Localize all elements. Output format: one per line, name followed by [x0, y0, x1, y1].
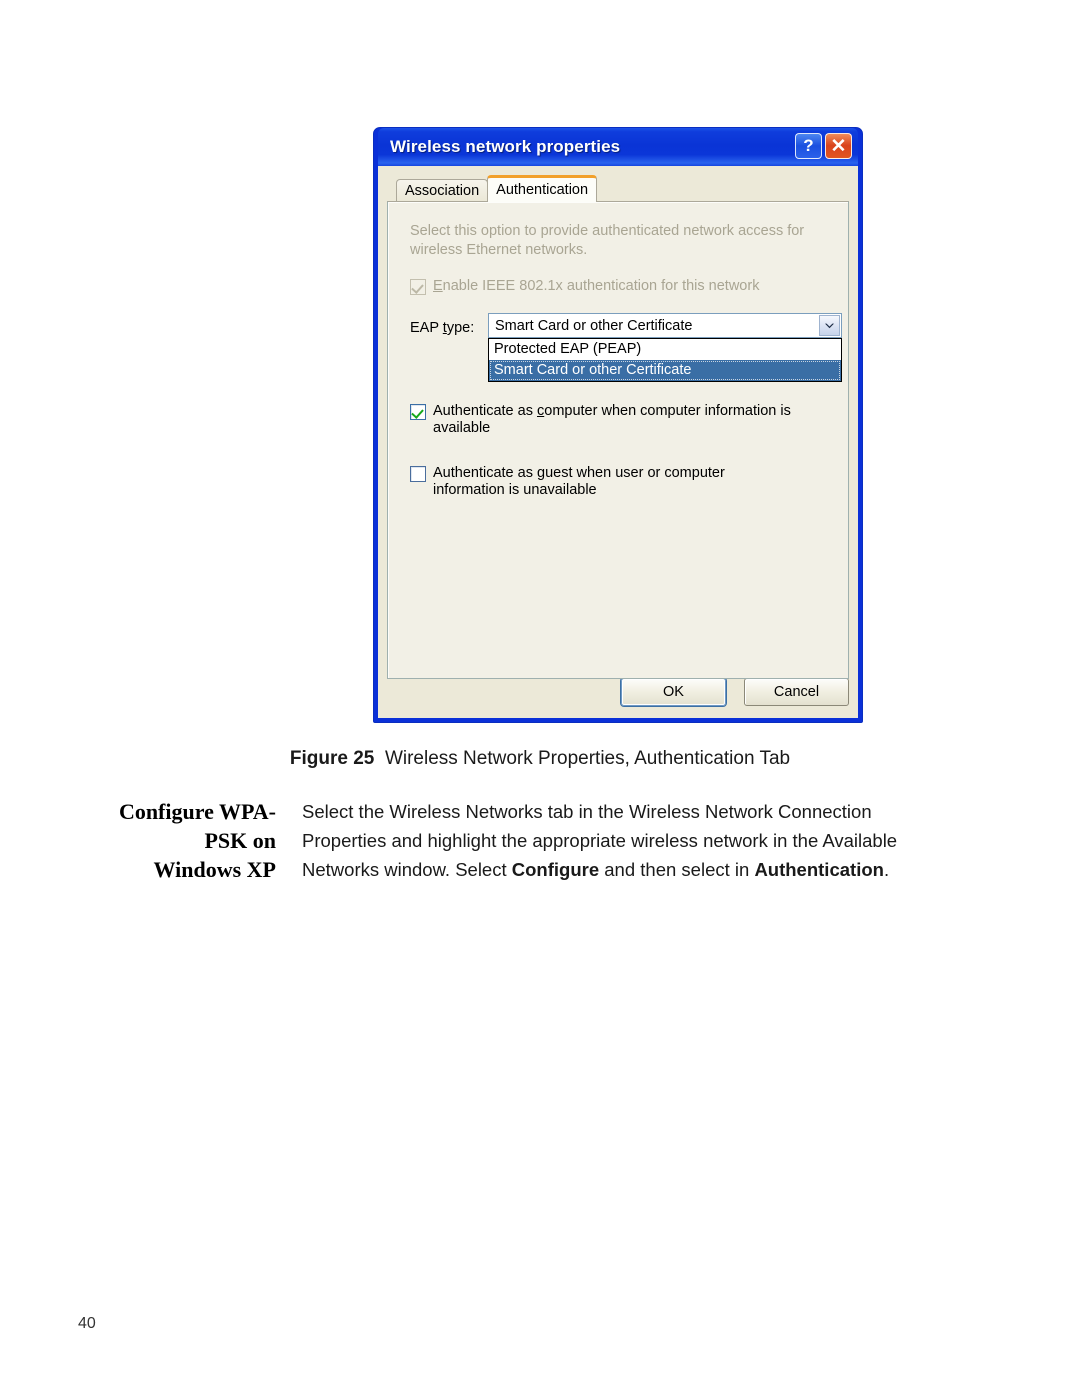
dialog-footer: OK Cancel: [621, 678, 849, 706]
titlebar-button-group: ? ✕: [795, 133, 852, 159]
chevron-down-icon[interactable]: [819, 315, 840, 336]
ok-button[interactable]: OK: [621, 678, 726, 706]
eap-type-dropdown-list[interactable]: Protected EAP (PEAP) Smart Card or other…: [488, 338, 842, 382]
eap-type-label: EAP type:: [410, 320, 474, 336]
tab-strip: Association Authentication: [387, 175, 849, 202]
auth-guest-checkbox-row[interactable]: Authenticate as guest when user or compu…: [410, 465, 832, 499]
page-number: 40: [78, 1315, 96, 1332]
auth-guest-checkbox[interactable]: [410, 466, 426, 482]
authentication-tab-panel: Select this option to provide authentica…: [387, 201, 849, 679]
section-body-bold-authentication: Authentication: [754, 859, 884, 880]
spacer-lower: [404, 437, 832, 465]
close-icon[interactable]: ✕: [825, 133, 852, 159]
enable-8021x-checkbox[interactable]: [410, 279, 426, 295]
dialog-body: Association Authentication Select this o…: [378, 166, 858, 718]
eap-option-smartcard[interactable]: Smart Card or other Certificate: [489, 360, 841, 381]
auth-computer-checkbox[interactable]: [410, 404, 426, 420]
section-body-part2: and then select in: [599, 859, 755, 880]
eap-type-combobox[interactable]: Smart Card or other Certificate: [488, 313, 842, 338]
section-body: Select the Wireless Networks tab in the …: [280, 797, 928, 884]
section-body-part3: .: [883, 859, 890, 880]
dialog-title: Wireless network properties: [390, 137, 621, 156]
panel-description: Select this option to provide authentica…: [410, 223, 805, 258]
auth-guest-label: Authenticate as guest when user or compu…: [433, 465, 795, 499]
auth-computer-checkbox-row[interactable]: Authenticate as computer when computer i…: [410, 403, 832, 437]
enable-8021x-text: nable IEEE 802.1x authentication for thi…: [442, 278, 760, 294]
section-heading-line2: PSK on: [204, 828, 276, 853]
auth-computer-prefix: Authenticate as: [433, 403, 537, 419]
eap-type-selected-value: Smart Card or other Certificate: [495, 317, 693, 334]
figure-caption-text: Wireless Network Properties, Authenticat…: [384, 748, 791, 769]
help-icon[interactable]: ?: [795, 133, 822, 159]
section-configure-wpa-psk: Configure WPA- PSK on Windows XP Select …: [78, 797, 928, 884]
eap-option-peap[interactable]: Protected EAP (PEAP): [489, 339, 841, 360]
wireless-network-properties-dialog: Wireless network properties ? ✕ Associat…: [373, 127, 863, 723]
auth-guest-accel: g: [537, 465, 546, 481]
section-heading-line3: Windows XP: [153, 857, 276, 882]
cancel-button[interactable]: Cancel: [744, 678, 849, 706]
section-body-bold-configure: Configure: [511, 859, 600, 880]
figure-number: Figure 25: [289, 748, 375, 769]
tab-authentication[interactable]: Authentication: [487, 175, 598, 202]
auth-guest-prefix: Authenticate as: [433, 465, 537, 481]
section-heading-line1: Configure WPA-: [118, 799, 276, 824]
figure-caption: Figure 25 Wireless Network Properties, A…: [0, 748, 1080, 770]
eap-type-row: EAP type: Smart Card or other Certificat…: [410, 313, 842, 382]
enable-8021x-accel: E: [433, 278, 443, 294]
eap-label-prefix: EAP: [410, 320, 443, 336]
tab-association[interactable]: Association: [396, 179, 489, 201]
dialog-titlebar[interactable]: Wireless network properties ? ✕: [378, 128, 858, 166]
eap-label-suffix: ype:: [446, 320, 475, 336]
auth-computer-label: Authenticate as computer when computer i…: [433, 403, 832, 437]
section-heading: Configure WPA- PSK on Windows XP: [78, 797, 280, 884]
enable-8021x-checkbox-row[interactable]: Enable IEEE 802.1x authentication for th…: [410, 278, 832, 295]
enable-8021x-label: Enable IEEE 802.1x authentication for th…: [433, 278, 759, 295]
